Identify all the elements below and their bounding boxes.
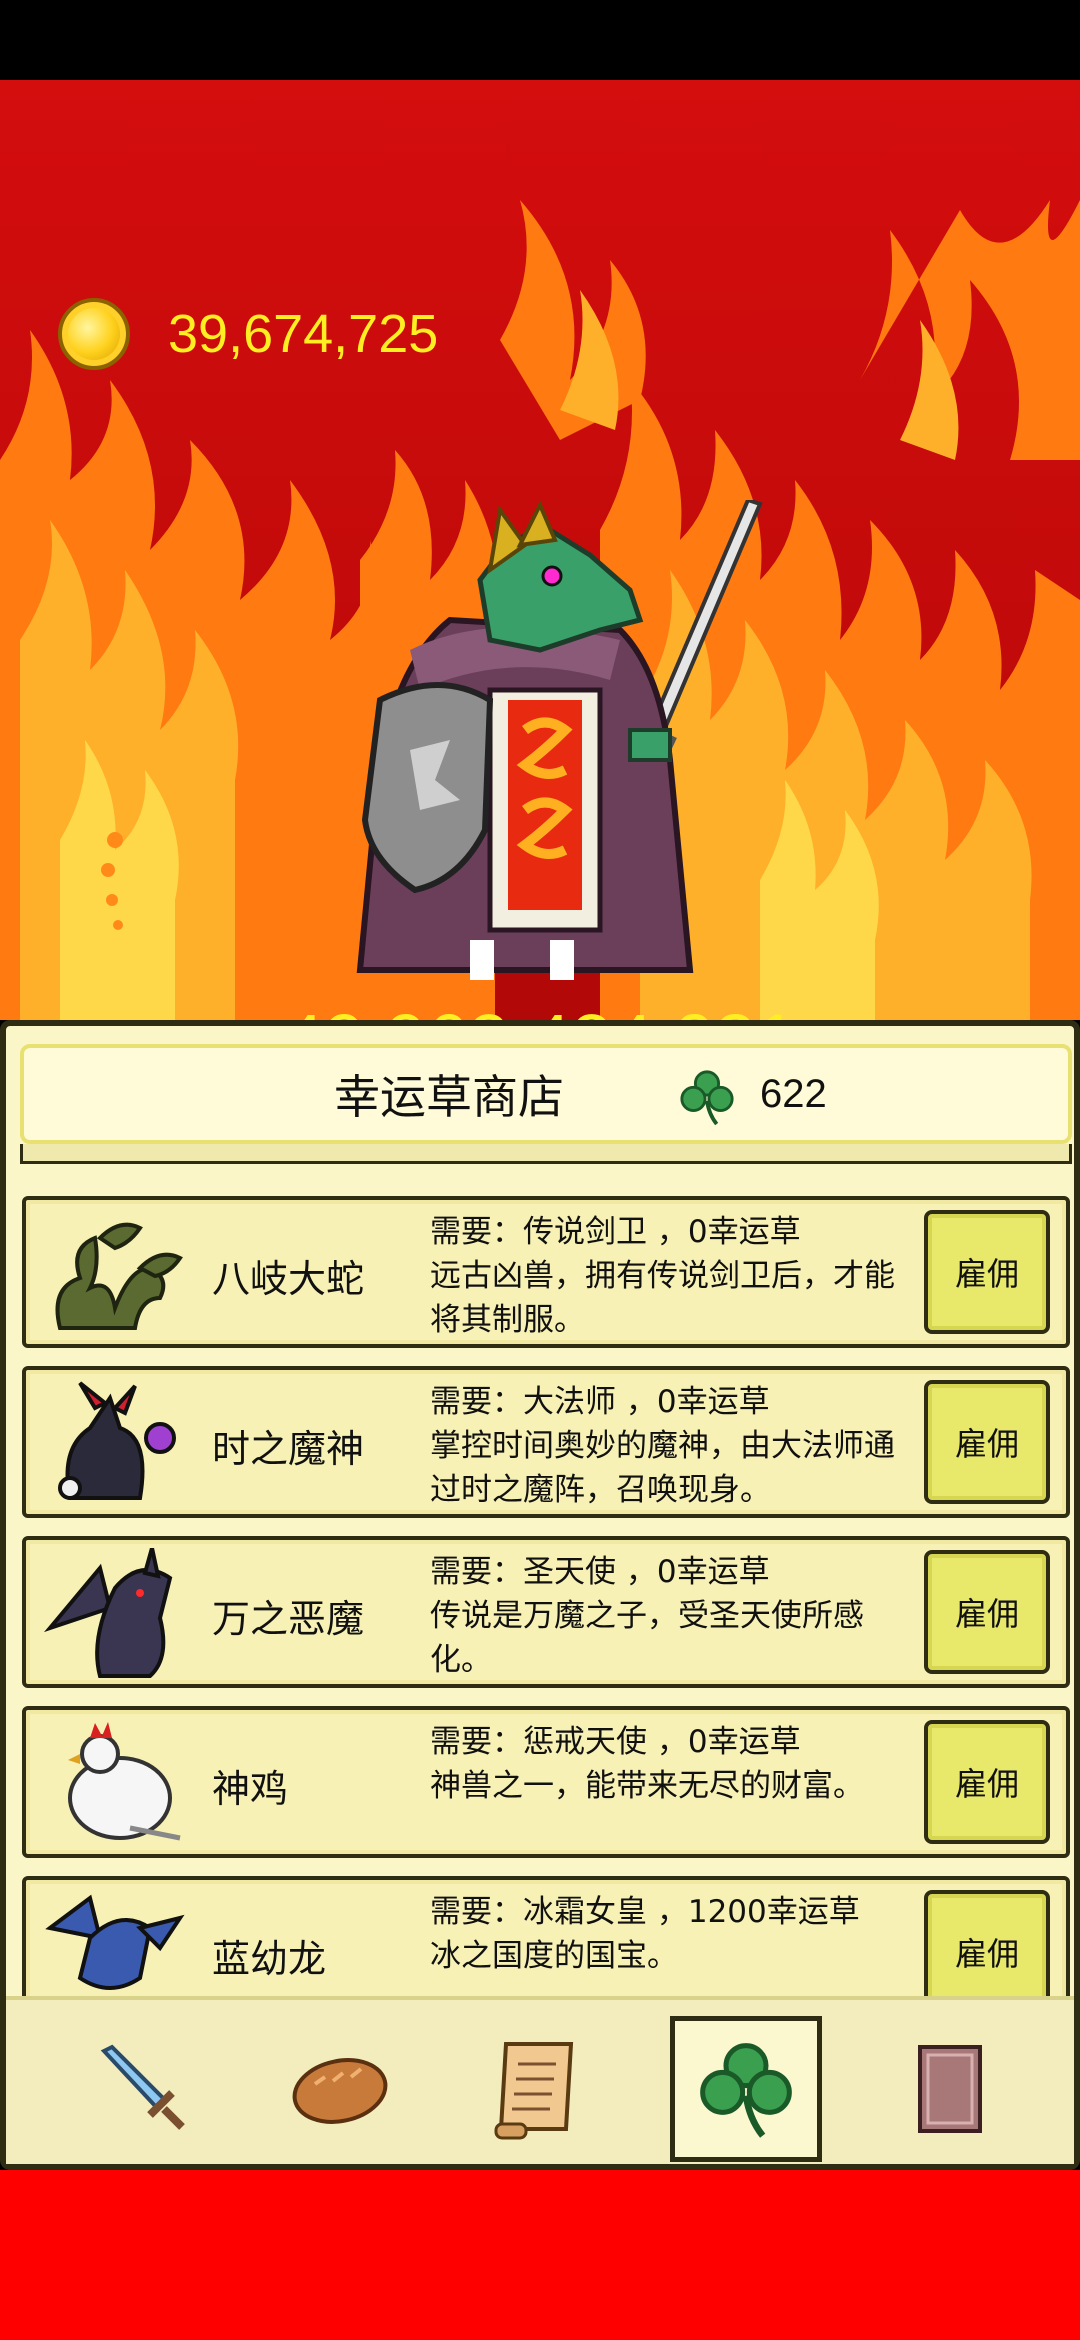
sword-icon <box>100 2044 185 2130</box>
nav-tab-scroll[interactable] <box>460 2016 612 2162</box>
hire-button[interactable]: 雇佣 <box>924 1210 1050 1334</box>
bottom-nav <box>6 1996 1074 2164</box>
time-demon-icon <box>58 1381 176 1500</box>
bottom-background <box>0 2170 1080 2340</box>
hire-button[interactable]: 雇佣 <box>924 1380 1050 1504</box>
shop-panel: 幸运草商店 622 八岐大蛇 需要：传说剑卫 ，0幸运草 远古凶兽，拥有传说剑卫… <box>0 1020 1080 2170</box>
hire-button[interactable]: 雇佣 <box>924 1720 1050 1844</box>
book-icon <box>918 2045 982 2133</box>
clover-icon <box>680 1070 734 1126</box>
list-top-edge <box>20 1144 1072 1164</box>
clover-icon <box>700 2043 792 2138</box>
shop-item-card: 万之恶魔 需要：圣天使 ，0幸运草 传说是万魔之子，受圣天使所感化。 雇佣 <box>22 1536 1070 1688</box>
card-name: 八岐大蛇 <box>212 1257 365 1301</box>
card-desc: 需要：冰霜女皇 ，1200幸运草 冰之国度的国宝。 <box>430 1894 860 1974</box>
card-name: 万之恶魔 <box>212 1597 365 1641</box>
rooster-icon <box>68 1722 181 1841</box>
hydra-icon <box>55 1222 183 1330</box>
card-desc: 需要：圣天使 ，0幸运草 传说是万魔之子，受圣天使所感化。 <box>430 1554 864 1678</box>
shop-header: 幸运草商店 622 <box>20 1044 1072 1144</box>
nav-tab-clover[interactable] <box>670 2016 822 2162</box>
card-name: 时之魔神 <box>212 1427 365 1471</box>
nav-tab-book[interactable] <box>874 2016 1026 2162</box>
nav-tab-bread[interactable] <box>264 2016 416 2162</box>
scroll-icon <box>494 2042 574 2140</box>
status-bar <box>0 0 1080 80</box>
monster-lizard-knight[interactable] <box>340 500 780 980</box>
bread-icon <box>292 2058 388 2124</box>
shop-title: 幸运草商店 <box>334 1070 564 1124</box>
demon-icon <box>43 1548 173 1678</box>
card-name: 神鸡 <box>212 1767 289 1811</box>
shop-item-card: 蓝幼龙 需要：冰霜女皇 ，1200幸运草 冰之国度的国宝。 雇佣 <box>22 1876 1070 1996</box>
hire-button[interactable]: 雇佣 <box>924 1550 1050 1674</box>
shop-item-card: 时之魔神 需要：大法师 ，0幸运草 掌控时间奥妙的魔神，由大法师通过时之魔阵，召… <box>22 1366 1070 1518</box>
card-desc: 需要：传说剑卫 ，0幸运草 远古凶兽，拥有传说剑卫后，才能将其制服。 <box>430 1214 895 1338</box>
battle-scene[interactable]: 39,674,725 49,962,424,031 <box>0 80 1080 1020</box>
card-name: 蓝幼龙 <box>212 1937 327 1981</box>
gold-display: 39,674,725 <box>58 298 438 370</box>
shop-item-list[interactable]: 八岐大蛇 需要：传说剑卫 ，0幸运草 远古凶兽，拥有传说剑卫后，才能将其制服。 … <box>6 1166 1074 1996</box>
nav-tab-sword[interactable] <box>68 2016 220 2162</box>
gold-coin-icon <box>58 298 130 370</box>
hire-button[interactable]: 雇佣 <box>924 1890 1050 1996</box>
card-desc: 需要：惩戒天使 ，0幸运草 神兽之一，能带来无尽的财富。 <box>430 1724 864 1804</box>
monster-hp: 49,962,424,031 <box>0 998 1080 1020</box>
blue-dragon-icon <box>45 1894 185 1990</box>
clover-count: 622 <box>760 1071 827 1116</box>
gold-amount: 39,674,725 <box>168 304 439 364</box>
shop-item-card: 神鸡 需要：惩戒天使 ，0幸运草 神兽之一，能带来无尽的财富。 雇佣 <box>22 1706 1070 1858</box>
card-desc: 需要：大法师 ，0幸运草 掌控时间奥妙的魔神，由大法师通过时之魔阵，召唤现身。 <box>430 1384 895 1508</box>
shop-item-card: 八岐大蛇 需要：传说剑卫 ，0幸运草 远古凶兽，拥有传说剑卫后，才能将其制服。 … <box>22 1196 1070 1348</box>
